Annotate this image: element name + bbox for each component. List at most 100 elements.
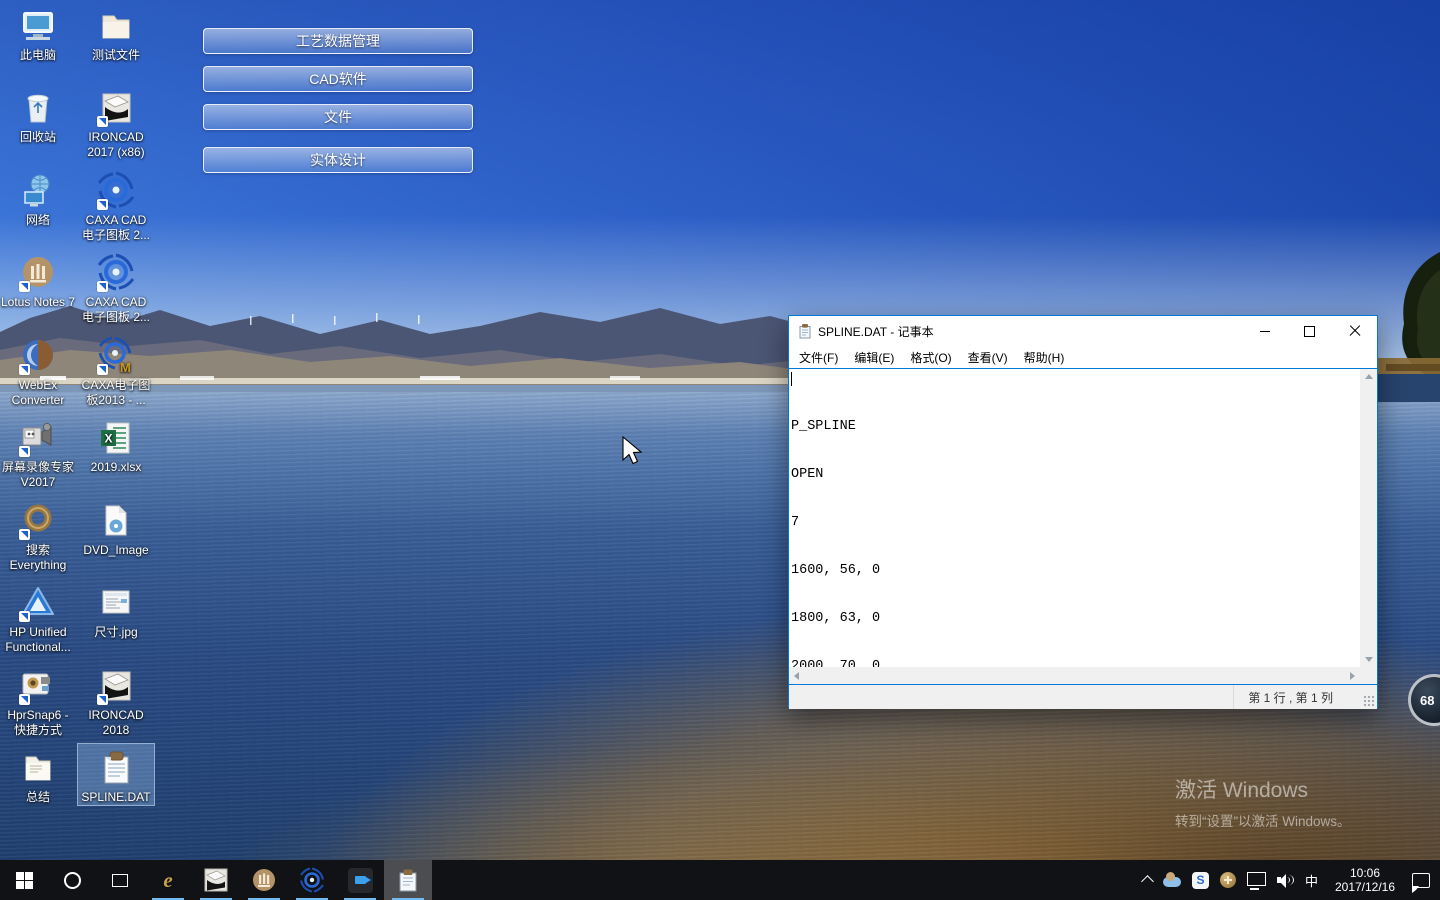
group-button-label: CAD软件: [309, 69, 367, 89]
menu-edit[interactable]: 编辑(E): [846, 349, 902, 366]
menu-view[interactable]: 查看(V): [960, 349, 1016, 366]
maximize-button[interactable]: [1287, 316, 1332, 346]
desktop-icon-summary-folder[interactable]: 总结: [0, 748, 76, 805]
screen-recorder-icon: [18, 418, 58, 458]
shortcut-arrow-icon: [97, 281, 108, 292]
status-bar: 第 1 行 , 第 1 列: [789, 685, 1377, 709]
taskbar-app-caxa[interactable]: [288, 860, 336, 900]
text-line: 1600, 56, 0: [791, 563, 1360, 579]
menu-file[interactable]: 文件(F): [791, 349, 846, 366]
tray-sogou-icon[interactable]: S: [1192, 872, 1209, 889]
icon-label: 回收站: [0, 130, 76, 145]
hprsnap-icon: [18, 666, 58, 706]
shortcut-arrow-icon: [19, 364, 30, 375]
icon-label: 网络: [0, 213, 76, 228]
text-editor[interactable]: P_SPLINE OPEN 7 1600, 56, 0 1800, 63, 0 …: [789, 369, 1360, 667]
notepad-file-icon: [96, 748, 136, 788]
desktop-icon-hp-uft[interactable]: HP Unified Functional...: [0, 583, 76, 655]
icon-label: IRONCAD 2018: [78, 708, 154, 738]
taskbar-app-notepad-active[interactable]: [384, 860, 432, 900]
desktop-icon-caxa-cad-1[interactable]: CAXA CAD 电子图板 2...: [78, 171, 154, 243]
icon-label: CAXA CAD 电子图板 2...: [78, 295, 154, 325]
menu-bar: 文件(F) 编辑(E) 格式(O) 查看(V) 帮助(H): [789, 346, 1377, 368]
vertical-scrollbar[interactable]: [1360, 369, 1377, 667]
scroll-down-icon[interactable]: [1365, 657, 1373, 662]
title-bar[interactable]: SPLINE.DAT - 记事本: [789, 316, 1377, 346]
icon-label: HprSnap6 - 快捷方式: [0, 708, 76, 738]
desktop-icon-lotus-notes[interactable]: Lotus Notes 7: [0, 253, 76, 310]
taskbar-app-lotus-notes[interactable]: [240, 860, 288, 900]
minimize-button[interactable]: [1242, 316, 1287, 346]
tray-cloud-icon[interactable]: [1163, 877, 1181, 887]
desktop-group-button-cad-software[interactable]: CAD软件: [203, 66, 473, 92]
text-line: P_SPLINE: [791, 419, 1360, 435]
shortcut-arrow-icon: [19, 281, 30, 292]
notepad-window: SPLINE.DAT - 记事本 文件(F) 编辑(E) 格式(O) 查看(V)…: [788, 315, 1378, 708]
shortcut-arrow-icon: [97, 364, 108, 375]
shortcut-arrow-icon: [19, 529, 30, 540]
caxa-icon: [299, 867, 325, 893]
taskbar-app-ironcad[interactable]: [192, 860, 240, 900]
start-button[interactable]: [0, 860, 48, 900]
icon-label: CAXA CAD 电子图板 2...: [78, 213, 154, 243]
shortcut-arrow-icon: [19, 611, 30, 622]
desktop-icon-caxa-2013[interactable]: M CAXA电子图板2013 - ...: [78, 336, 154, 408]
tray-gold-coin-icon[interactable]: [1220, 872, 1236, 888]
dvd-image-icon: [96, 501, 136, 541]
task-view-button[interactable]: [96, 860, 144, 900]
desktop-icon-everything[interactable]: 搜索 Everything: [0, 501, 76, 573]
desktop-group-button-files[interactable]: 文件: [203, 104, 473, 130]
action-center-icon[interactable]: [1412, 873, 1430, 888]
menu-format[interactable]: 格式(O): [902, 349, 959, 366]
network-icon: [18, 171, 58, 211]
desktop-icon-2019-xlsx[interactable]: X 2019.xlsx: [78, 418, 154, 475]
desktop-icon-network[interactable]: 网络: [0, 171, 76, 228]
excel-file-icon: X: [96, 418, 136, 458]
cortana-search-button[interactable]: [48, 860, 96, 900]
video-camera-icon: [348, 868, 373, 893]
desktop-icon-caxa-cad-2[interactable]: CAXA CAD 电子图板 2...: [78, 253, 154, 325]
desktop-icon-this-pc[interactable]: 此电脑: [0, 6, 76, 63]
icon-label: 搜索 Everything: [0, 543, 76, 573]
taskbar-app-screen-camera[interactable]: [336, 860, 384, 900]
tray-chevron-up-icon[interactable]: [1141, 875, 1154, 888]
image-file-icon: [96, 583, 136, 623]
desktop-icon-screen-recorder[interactable]: 屏幕录像专家V2017: [0, 418, 76, 490]
icon-label: 屏幕录像专家V2017: [0, 460, 76, 490]
icon-label: 尺寸.jpg: [78, 625, 154, 640]
desktop-group-button-process-data[interactable]: 工艺数据管理: [203, 28, 473, 54]
caxa-icon: [96, 171, 136, 211]
svg-text:X: X: [105, 432, 113, 446]
group-button-label: 实体设计: [310, 150, 366, 170]
clock-time: 10:06: [1329, 866, 1401, 880]
tray-volume-icon[interactable]: [1277, 873, 1294, 887]
notepad-icon: [395, 867, 421, 893]
internet-explorer-icon: e: [163, 868, 172, 893]
desktop-icon-dvd-image[interactable]: DVD_Image: [78, 501, 154, 558]
desktop-icon-ironcad-2017[interactable]: IRONCAD 2017 (x86): [78, 88, 154, 160]
desktop-icon-size-jpg[interactable]: 尺寸.jpg: [78, 583, 154, 640]
webex-converter-icon: [18, 336, 58, 376]
icon-label: 此电脑: [0, 48, 76, 63]
tray-ime-indicator[interactable]: 中: [1305, 871, 1318, 890]
scroll-up-icon[interactable]: [1365, 374, 1373, 379]
horizontal-scrollbar[interactable]: [789, 667, 1360, 684]
desktop-icon-test-folder[interactable]: 测试文件: [78, 6, 154, 63]
resize-grip[interactable]: [1364, 696, 1375, 707]
desktop-group-button-solid-design[interactable]: 实体设计: [203, 147, 473, 173]
menu-help[interactable]: 帮助(H): [1016, 349, 1073, 366]
desktop-icon-spline-dat[interactable]: SPLINE.DAT: [78, 744, 154, 805]
icon-label: IRONCAD 2017 (x86): [78, 130, 154, 160]
caption-buttons: [1242, 316, 1377, 346]
taskbar-app-internet-explorer[interactable]: e: [144, 860, 192, 900]
desktop-icon-recycle-bin[interactable]: 回收站: [0, 88, 76, 145]
desktop-icon-webex-converter[interactable]: WebEx Converter: [0, 336, 76, 408]
desktop-icon-ironcad-2018[interactable]: IRONCAD 2018: [78, 666, 154, 738]
edit-region: P_SPLINE OPEN 7 1600, 56, 0 1800, 63, 0 …: [789, 368, 1377, 685]
tray-network-icon[interactable]: [1247, 872, 1266, 886]
tray-clock[interactable]: 10:06 2017/12/16: [1329, 866, 1401, 894]
scroll-right-icon[interactable]: [1350, 672, 1355, 680]
close-button[interactable]: [1332, 316, 1377, 346]
scroll-left-icon[interactable]: [794, 672, 799, 680]
desktop-icon-hprsnap[interactable]: HprSnap6 - 快捷方式: [0, 666, 76, 738]
